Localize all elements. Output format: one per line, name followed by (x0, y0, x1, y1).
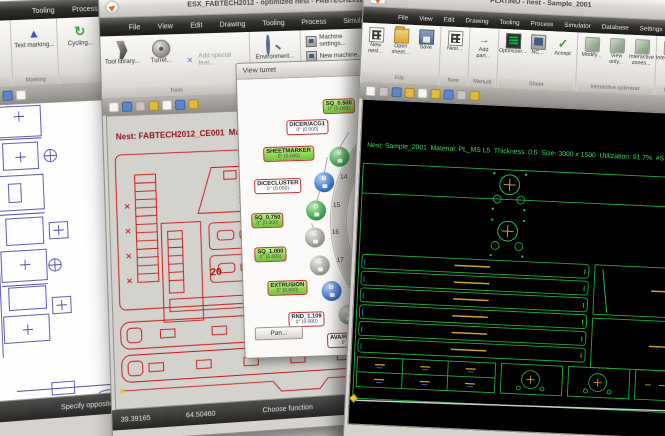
new-nest-button[interactable]: New nest... (363, 25, 389, 72)
quickbar-icon[interactable] (417, 88, 427, 98)
quickbar-icon[interactable] (135, 101, 146, 112)
turret-callout[interactable]: EXTRUSION0° (0.000) (267, 280, 307, 297)
menu-tab-tooling[interactable]: Tooling (254, 17, 293, 32)
ribbon-group-label-marking: Marking (14, 74, 58, 86)
quickbar-icon[interactable] (443, 89, 453, 99)
quickbar-icon[interactable] (430, 89, 440, 99)
text-marking-button[interactable]: ▲ Text marking... (13, 21, 56, 75)
cycling-icon: ↻ (70, 22, 89, 41)
turret-callout[interactable]: SQ_1.0000° (0.000) (254, 246, 287, 262)
tool-library-icon (112, 41, 131, 60)
add-part-icon: → (476, 32, 492, 48)
pan-button[interactable]: Pan... (255, 326, 303, 341)
quickbar-icon[interactable] (148, 100, 159, 110)
optimizer-button[interactable]: Optimizer... (499, 31, 525, 78)
statusbar-coord-y: 64.50460 (186, 408, 251, 419)
interactive-button[interactable]: Interactive... (657, 38, 665, 85)
svg-text:20: 20 (210, 267, 222, 279)
station-number: 15 (333, 202, 340, 209)
station-number: 14 (340, 173, 347, 180)
text-marking-icon: ▲ (24, 24, 43, 43)
turret-callout[interactable]: SQ_0.7500° (0.000) (251, 213, 284, 229)
tool-button[interactable]: tool... (0, 22, 10, 77)
quickbar-icon[interactable] (175, 100, 185, 110)
quickbar-icon[interactable] (378, 86, 388, 96)
quickbar-icon[interactable] (122, 101, 133, 112)
statusbar-coord-x: 39.39165 (121, 412, 187, 423)
turret-callout[interactable]: SQ_0.5000° (0.000) (323, 98, 356, 114)
nest-drawing-green (349, 156, 665, 433)
station-number: 17 (337, 257, 344, 264)
save-button[interactable]: Save (413, 27, 439, 74)
view-only-button[interactable]: View only... (603, 36, 629, 83)
quickbar-icon[interactable] (365, 86, 375, 96)
view-only-icon (609, 38, 625, 54)
nest-button[interactable]: Nest... (441, 28, 467, 75)
turret-callout[interactable]: DICECLUSTER0° (0.000) (254, 178, 302, 195)
ribbon-tab-tooling[interactable]: Tooling (23, 4, 63, 20)
cycling-button[interactable]: ↻ Cycling... (59, 19, 102, 73)
quickbar-icon[interactable] (109, 102, 120, 113)
environment-icon (265, 36, 284, 55)
tool-library-button[interactable]: Tool library... (102, 37, 142, 87)
open-sheet-icon (393, 28, 409, 44)
machine-settings-icon (305, 35, 316, 46)
nc-button[interactable]: NC... (524, 32, 550, 79)
menu-tab-file[interactable]: File (120, 21, 148, 36)
nc-icon (530, 34, 546, 50)
window-right: PLATINO - nest - Sample_2001 File View E… (342, 0, 665, 436)
station-number: 16 (332, 229, 339, 236)
turret-callout[interactable]: DICER/ACG10° (0.000) (286, 119, 328, 136)
quickbar-icon[interactable] (16, 90, 27, 101)
new-nest-icon (368, 27, 384, 43)
nest-icon (447, 31, 463, 47)
accept-button[interactable]: ✓ Accept (549, 33, 575, 80)
open-sheet-button[interactable]: Open sheet... (388, 26, 414, 73)
quickbar-icon[interactable] (188, 99, 198, 109)
modify-button[interactable]: Modify... (578, 35, 604, 82)
composite-screenshot: Tooling Process Simulator Database tool.… (0, 0, 665, 436)
quickbar-icon[interactable] (456, 90, 466, 100)
menu-tab-view[interactable]: View (414, 13, 438, 26)
quickbar-icon[interactable] (404, 88, 414, 98)
quickbar-icon[interactable] (391, 87, 401, 97)
add-special-icon: × (184, 54, 195, 65)
nest-canvas-right[interactable]: Nest: Sample_2001 Material: PL_MS L5 Thi… (348, 99, 665, 436)
menu-tab-process[interactable]: Process (293, 15, 334, 30)
turret-icon (151, 39, 170, 58)
turret-button[interactable]: Turret... (142, 36, 181, 86)
radan-logo-icon[interactable] (105, 0, 119, 14)
interactive-zones-icon (634, 39, 650, 55)
optimizer-icon (505, 33, 521, 49)
statusbar-message: Choose function (262, 404, 313, 414)
turret-callout[interactable]: SHEETMARKER0° (0.000) (263, 146, 314, 163)
menu-tab-view[interactable]: View (149, 20, 181, 35)
modify-icon (584, 37, 600, 53)
quickbar-icon[interactable] (162, 100, 172, 110)
menu-tab-edit[interactable]: Edit (438, 14, 459, 27)
save-icon (418, 29, 434, 45)
radan-logo-icon[interactable] (370, 0, 387, 4)
ribbon-group-label-nest: Nest (440, 75, 466, 86)
quickbar-icon[interactable] (2, 90, 13, 101)
accept-icon: ✓ (555, 35, 571, 51)
menu-tab-drawing[interactable]: Drawing (211, 18, 253, 33)
dialog-title: View turret (243, 67, 277, 75)
ribbon-group-label-manual: Manual (469, 77, 495, 88)
quickbar-icon[interactable] (469, 91, 479, 101)
interactive-zones-button[interactable]: Interactive zones... (628, 37, 654, 84)
machine-settings-button[interactable]: Machine settings... (302, 32, 369, 48)
menu-tab-file[interactable]: File (393, 12, 414, 25)
add-part-button[interactable]: → Add part... (470, 30, 496, 77)
menu-tab-edit[interactable]: Edit (182, 19, 211, 34)
